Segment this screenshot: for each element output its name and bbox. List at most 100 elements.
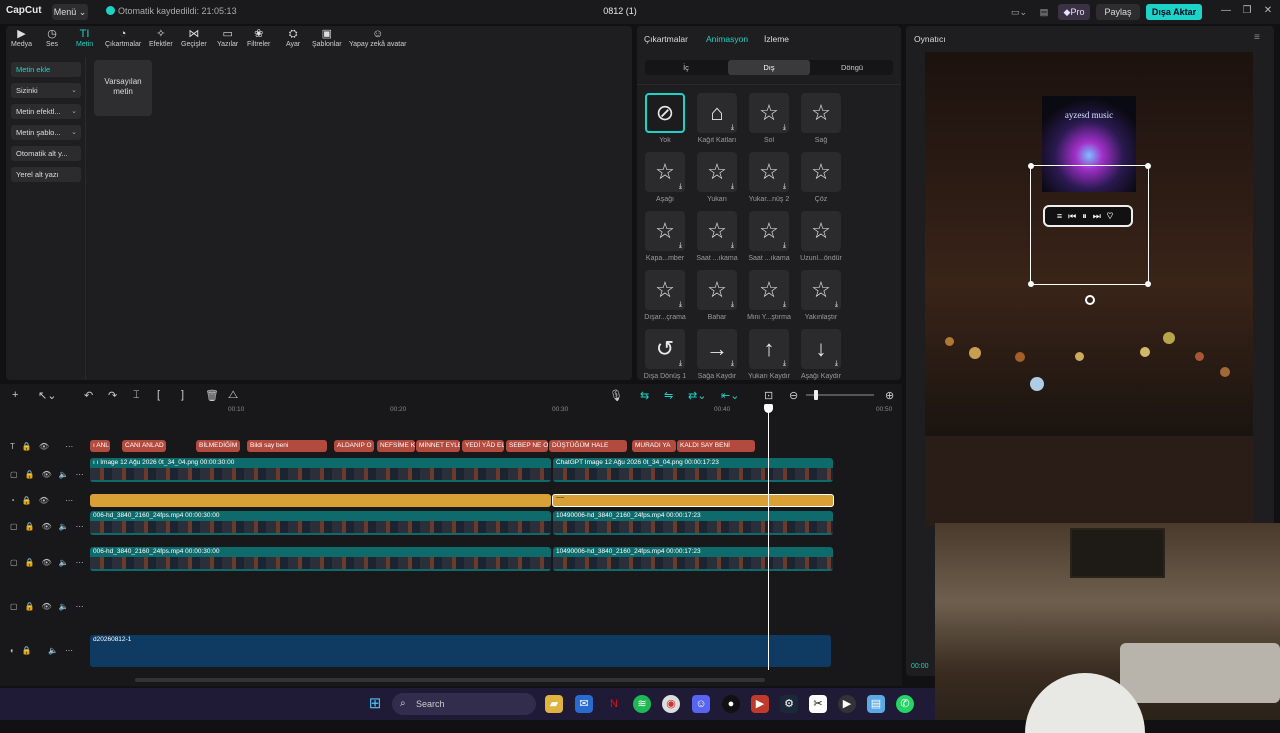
animation-option[interactable]: ☆ ⤓ Dışar...çrama — [639, 270, 691, 328]
animation-option[interactable]: ☆ ⤓ Yukarı — [691, 152, 743, 210]
sidebar-item-3[interactable]: Metin şablo... ⌄ — [11, 125, 81, 140]
sidebar-item-4[interactable]: Otomatik alt y... — [11, 146, 81, 161]
audio-track-controls[interactable]: ◐🔒 🔈⋯ — [10, 646, 80, 655]
animation-option[interactable]: ☆ ⤓ Mini Y...ştırma — [743, 270, 795, 328]
netflix-icon[interactable]: N — [605, 695, 623, 713]
add-track-icon[interactable]: + — [12, 389, 18, 401]
resize-handle[interactable] — [1028, 163, 1034, 169]
sidebar-item-1[interactable]: Sizinki ⌄ — [11, 83, 81, 98]
text-track-controls[interactable]: T🔒👁 ⋯ — [10, 442, 80, 451]
animation-option[interactable]: ⊘ Yok — [639, 93, 691, 151]
tab-metin[interactable]: TI Metin — [76, 28, 93, 48]
taskbar-search[interactable]: ⌕ Search — [392, 693, 536, 715]
audio-clip[interactable]: d20260812-1 — [90, 635, 831, 667]
file-explorer-icon[interactable]: ▰ — [545, 695, 563, 713]
tab-yapay-zek-avatar[interactable]: ☺ Yapay zekâ avatar — [349, 28, 406, 48]
link-icon[interactable]: ⇆ — [640, 389, 649, 402]
rotate-handle-icon[interactable] — [1085, 295, 1095, 305]
undo-icon[interactable]: ↶ — [84, 389, 93, 402]
capcut-icon[interactable]: ✂ — [809, 695, 827, 713]
select-tool-icon[interactable]: ↖⌄ — [38, 389, 56, 402]
adjustment-clip-selected[interactable]: ~~ — [552, 494, 834, 507]
playhead[interactable] — [768, 408, 769, 670]
video-clip[interactable]: 006-hd_3840_2160_24fps.mp4 00:00:30:00 — [90, 547, 551, 571]
animation-option[interactable]: ☆ ⤓ Saat ...ıkama — [743, 211, 795, 269]
export-button[interactable]: Dışa Aktar — [1146, 4, 1202, 20]
animation-option[interactable]: ☆ ⤓ Yakınlaştır — [795, 270, 847, 328]
sidebar-item-2[interactable]: Metin efektl... ⌄ — [11, 104, 81, 119]
segment-out[interactable]: Dış — [728, 60, 810, 75]
mirror-icon[interactable]: ⧍ — [228, 389, 238, 402]
tab-ayar[interactable]: ⛭ Ayar — [286, 28, 300, 48]
playhead-handle[interactable] — [764, 404, 773, 413]
animation-option[interactable]: ☆ ⤓ Yukar...nüş 2 — [743, 152, 795, 210]
delete-icon[interactable]: 🗑 — [205, 389, 219, 402]
text-clip[interactable]: BİLMEDİĞİM — [196, 440, 240, 452]
share-button[interactable]: Paylaş — [1096, 4, 1140, 20]
maximize-button[interactable]: ❐ — [1239, 5, 1255, 16]
minimize-button[interactable]: — — [1218, 5, 1234, 16]
split-icon[interactable]: ⌶ — [133, 389, 140, 402]
document-icon[interactable]: ▤ — [1036, 4, 1052, 20]
animation-option[interactable]: ☆ ⤓ Bahar — [691, 270, 743, 328]
video-clip[interactable]: 006-hd_3840_2160_24fps.mp4 00:00:30:00 — [90, 511, 551, 535]
snap-icon[interactable]: ⇄⌄ — [688, 389, 706, 402]
text-clip[interactable]: ı ANL — [90, 440, 110, 452]
time-ruler[interactable]: 00:10 00:20 00:30 00:40 00:50 — [90, 404, 902, 416]
text-clip[interactable]: Bildi say beni — [247, 440, 327, 452]
video-clip[interactable]: 10490006-hd_3840_2160_24fps.mp4 00:00:17… — [553, 547, 833, 571]
resize-handle[interactable] — [1145, 281, 1151, 287]
windows-start-icon[interactable]: ⊞ — [366, 695, 384, 713]
notes-icon[interactable]: ▤ — [867, 695, 885, 713]
tab-ses[interactable]: ◷ Ses — [46, 28, 58, 48]
app-icon[interactable]: ▶ — [751, 695, 769, 713]
media-player-icon[interactable]: ▶ — [838, 695, 856, 713]
sidebar-item-0[interactable]: Metin ekle — [11, 62, 81, 77]
animation-option[interactable]: ☆ Sağ — [795, 93, 847, 151]
resize-handle[interactable] — [1028, 281, 1034, 287]
selection-box[interactable] — [1028, 163, 1151, 287]
tab-yazılar[interactable]: ▭ Yazılar — [217, 28, 238, 48]
timeline-scrollbar[interactable] — [135, 678, 765, 682]
discord-icon[interactable]: ☺ — [692, 695, 710, 713]
tab-tracking[interactable]: İzleme — [764, 34, 789, 44]
text-clip[interactable]: YEDİ YÂD EL — [462, 440, 504, 452]
microphone-icon[interactable]: 🎙 — [609, 389, 623, 402]
segment-loop[interactable]: Döngü — [811, 60, 893, 75]
tab-çıkartmalar[interactable]: ◔ Çıkartmalar — [105, 28, 141, 48]
redo-icon[interactable]: ↷ — [108, 389, 117, 402]
magnet-icon[interactable]: ⇋ — [664, 389, 673, 402]
animation-option[interactable]: ☆ Uzunl...öndür — [795, 211, 847, 269]
video-clip[interactable]: 10490006-hd_3840_2160_24fps.mp4 00:00:17… — [553, 511, 833, 535]
menu-button[interactable]: Menü ⌄ — [52, 4, 88, 20]
text-clip[interactable]: SEBEP NE O — [506, 440, 548, 452]
outlook-icon[interactable]: ✉ — [575, 695, 593, 713]
layout-icon[interactable]: ▭⌄ — [1011, 4, 1027, 20]
animation-option[interactable]: ↺ ⤓ Dışa Dönüş 1 — [639, 329, 691, 387]
adjustment-clip[interactable] — [90, 494, 551, 507]
text-clip[interactable]: MİNNET EYLE — [416, 440, 460, 452]
animation-option[interactable]: ↓ ⤓ Aşağı Kaydır — [795, 329, 847, 387]
empty-track-controls[interactable]: ▢🔒👁🔈⋯ — [10, 602, 91, 611]
chrome-icon[interactable]: ◉ — [662, 695, 680, 713]
sidebar-item-5[interactable]: Yerel alt yazı — [11, 167, 81, 182]
text-clip[interactable]: MURADI YA — [632, 440, 676, 452]
zoom-slider-thumb[interactable] — [814, 390, 818, 400]
animation-option[interactable]: ☆ ⤓ Saat ...ıkama — [691, 211, 743, 269]
steam-icon[interactable]: ⚙ — [780, 695, 798, 713]
tab-efektler[interactable]: ✧ Efektler — [149, 28, 173, 48]
zoom-slider[interactable] — [806, 390, 874, 400]
animation-option[interactable]: ☆ Çöz — [795, 152, 847, 210]
default-text-card[interactable]: Varsayılan metin — [94, 60, 152, 116]
text-clip[interactable]: KALDI SAY BENİ — [677, 440, 755, 452]
caption-icon[interactable]: ⊡ — [764, 389, 773, 402]
whatsapp-icon[interactable]: ✆ — [896, 695, 914, 713]
close-button[interactable]: ✕ — [1260, 5, 1276, 16]
text-clip[interactable]: CANI ANLAD — [122, 440, 166, 452]
tab-geçişler[interactable]: ⋈ Geçişler — [181, 28, 207, 48]
pro-button[interactable]: ◆Pro — [1058, 4, 1090, 20]
resize-handle[interactable] — [1145, 163, 1151, 169]
tab-animation[interactable]: Animasyon — [706, 34, 748, 44]
text-clip[interactable]: NEFSİME K — [377, 440, 415, 452]
menu-icon[interactable]: ≡ — [1254, 32, 1260, 43]
